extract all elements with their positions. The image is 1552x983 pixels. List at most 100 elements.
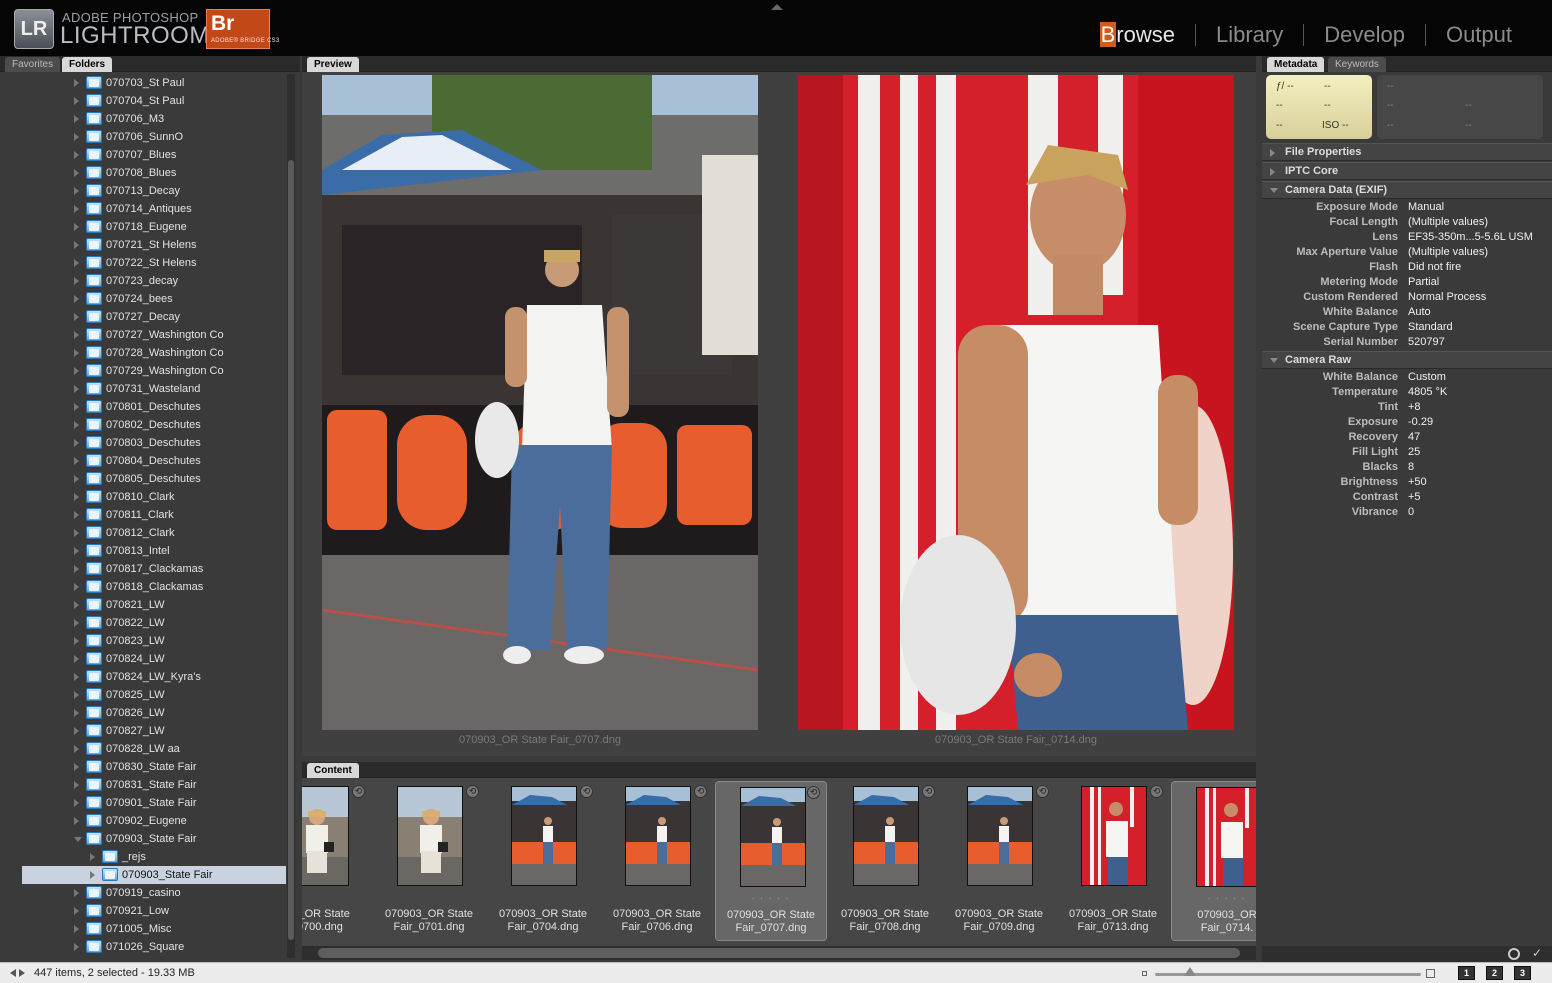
expand-triangle-icon[interactable] [74, 97, 79, 105]
folder-item[interactable]: 070817_Clackamas [0, 560, 286, 578]
rotate-icon[interactable]: ⟲ [580, 785, 593, 798]
thumbnail-image[interactable] [740, 787, 806, 887]
folder-item[interactable]: 070802_Deschutes [0, 416, 286, 434]
preview-image-right[interactable] [798, 75, 1234, 730]
folder-item[interactable]: 070707_Blues [0, 146, 286, 164]
content-item[interactable]: ⟲ . . . . . 070903_OR State Fair_0707.dng [715, 781, 827, 941]
expand-triangle-icon[interactable] [74, 385, 79, 393]
folder-item[interactable]: 070902_Eugene [0, 812, 286, 830]
folder-item[interactable]: 071005_Misc [0, 920, 286, 938]
folder-item[interactable]: 070811_Clark [0, 506, 286, 524]
folder-item[interactable]: 070813_Intel [0, 542, 286, 560]
thumbnail-image[interactable] [511, 786, 577, 886]
folder-item[interactable]: 070805_Deschutes [0, 470, 286, 488]
rotate-icon[interactable]: ⟲ [1036, 785, 1049, 798]
expand-triangle-icon[interactable] [74, 907, 79, 915]
expand-triangle-icon[interactable] [74, 475, 79, 483]
rotate-icon[interactable]: ⟲ [922, 785, 935, 798]
folder-item[interactable]: 070803_Deschutes [0, 434, 286, 452]
expand-triangle-icon[interactable] [74, 799, 79, 807]
folder-item[interactable]: 070901_State Fair [0, 794, 286, 812]
folder-item[interactable]: 070810_Clark [0, 488, 286, 506]
expand-triangle-icon[interactable] [74, 781, 79, 789]
tab-favorites[interactable]: Favorites [5, 57, 61, 72]
folder-item[interactable]: 070903_State Fair [0, 830, 286, 848]
module-library[interactable]: Library [1196, 22, 1303, 48]
thumbnail-image[interactable] [397, 786, 463, 886]
view-mode-3-button[interactable]: 3 [1514, 966, 1531, 980]
expand-triangle-icon[interactable] [74, 601, 79, 609]
content-item[interactable]: ⟲ 070903_OR State Fair_0706.dng [601, 781, 713, 941]
expand-triangle-icon[interactable] [74, 547, 79, 555]
module-develop[interactable]: Develop [1304, 22, 1425, 48]
checkmark-icon[interactable]: ✓ [1532, 946, 1542, 960]
folder-item[interactable]: 070703_St Paul [0, 74, 286, 92]
folder-item[interactable]: 070903_State Fair [22, 866, 286, 884]
expand-triangle-icon[interactable] [74, 529, 79, 537]
content-item[interactable]: ⟲ 903_OR Stater_0700.dng [302, 781, 371, 941]
expand-triangle-icon[interactable] [74, 223, 79, 231]
module-output[interactable]: Output [1426, 22, 1532, 48]
content-item[interactable]: ⟲ 070903_OR State Fair_0709.dng [943, 781, 1055, 941]
tab-keywords[interactable]: Keywords [1328, 57, 1386, 72]
expand-triangle-icon[interactable] [74, 619, 79, 627]
folder-item[interactable]: 070723_decay [0, 272, 286, 290]
folder-item[interactable]: 070704_St Paul [0, 92, 286, 110]
folder-item[interactable]: 070801_Deschutes [0, 398, 286, 416]
expand-triangle-icon[interactable] [74, 151, 79, 159]
folder-item[interactable]: 070825_LW [0, 686, 286, 704]
cancel-icon[interactable] [1508, 948, 1520, 960]
folder-item[interactable]: 070727_Decay [0, 308, 286, 326]
expand-triangle-icon[interactable] [74, 511, 79, 519]
folder-item[interactable]: 070731_Wasteland [0, 380, 286, 398]
folder-item[interactable]: 071026_Square [0, 938, 286, 956]
rating-dots[interactable]: . . . . . [716, 892, 826, 901]
thumbnail-large-icon[interactable] [1426, 969, 1435, 978]
expand-triangle-icon[interactable] [74, 205, 79, 213]
expand-triangle-icon[interactable] [74, 727, 79, 735]
expand-triangle-icon[interactable] [74, 187, 79, 195]
rotate-icon[interactable]: ⟲ [807, 786, 820, 799]
folder-item[interactable]: 070722_St Helens [0, 254, 286, 272]
expand-triangle-icon[interactable] [74, 241, 79, 249]
folder-item[interactable]: 070824_LW [0, 650, 286, 668]
expand-triangle-icon[interactable] [74, 277, 79, 285]
expand-triangle-icon[interactable] [74, 493, 79, 501]
folder-item[interactable]: 070818_Clackamas [0, 578, 286, 596]
section-camera-data[interactable]: Camera Data (EXIF) [1262, 181, 1552, 199]
expand-triangle-icon[interactable] [74, 925, 79, 933]
expand-triangle-icon[interactable] [74, 691, 79, 699]
thumbnail-image[interactable] [625, 786, 691, 886]
expand-triangle-icon[interactable] [74, 169, 79, 177]
bridge-logo-icon[interactable]: Br ADOBE® BRIDGE CS3 [206, 9, 279, 49]
rotate-icon[interactable]: ⟲ [352, 785, 365, 798]
expand-triangle-icon[interactable] [74, 331, 79, 339]
folder-item[interactable]: 070727_Washington Co [0, 326, 286, 344]
expand-triangle-icon[interactable] [74, 745, 79, 753]
thumbnail-image[interactable] [1196, 787, 1256, 887]
tab-preview[interactable]: Preview [307, 57, 359, 72]
view-mode-2-button[interactable]: 2 [1486, 966, 1503, 980]
expand-triangle-icon[interactable] [74, 367, 79, 375]
rotate-icon[interactable]: ⟲ [694, 785, 707, 798]
expand-triangle-icon[interactable] [74, 133, 79, 141]
tab-metadata[interactable]: Metadata [1267, 57, 1325, 72]
content-item[interactable]: ⟲ 070903_OR State Fair_0713.dng [1057, 781, 1169, 941]
expand-triangle-icon[interactable] [74, 349, 79, 357]
folder-item[interactable]: 070724_bees [0, 290, 286, 308]
thumbnail-image[interactable] [1081, 786, 1147, 886]
folder-item[interactable]: 070824_LW_Kyra's [0, 668, 286, 686]
folder-item[interactable]: 070713_Decay [0, 182, 286, 200]
rating-dots[interactable]: . . . . . [1172, 892, 1256, 901]
folder-item[interactable]: 070708_Blues [0, 164, 286, 182]
expand-triangle-icon[interactable] [74, 709, 79, 717]
expand-triangle-icon[interactable] [74, 763, 79, 771]
content-item[interactable]: ⟲ 070903_OR State Fair_0704.dng [487, 781, 599, 941]
expand-triangle-icon[interactable] [74, 943, 79, 951]
folder-item[interactable]: 070823_LW [0, 632, 286, 650]
expand-triangle-icon[interactable] [74, 403, 79, 411]
expand-triangle-icon[interactable] [74, 295, 79, 303]
collapse-triangle-icon[interactable] [74, 837, 82, 842]
tab-content[interactable]: Content [307, 763, 359, 778]
expand-triangle-icon[interactable] [90, 871, 95, 879]
